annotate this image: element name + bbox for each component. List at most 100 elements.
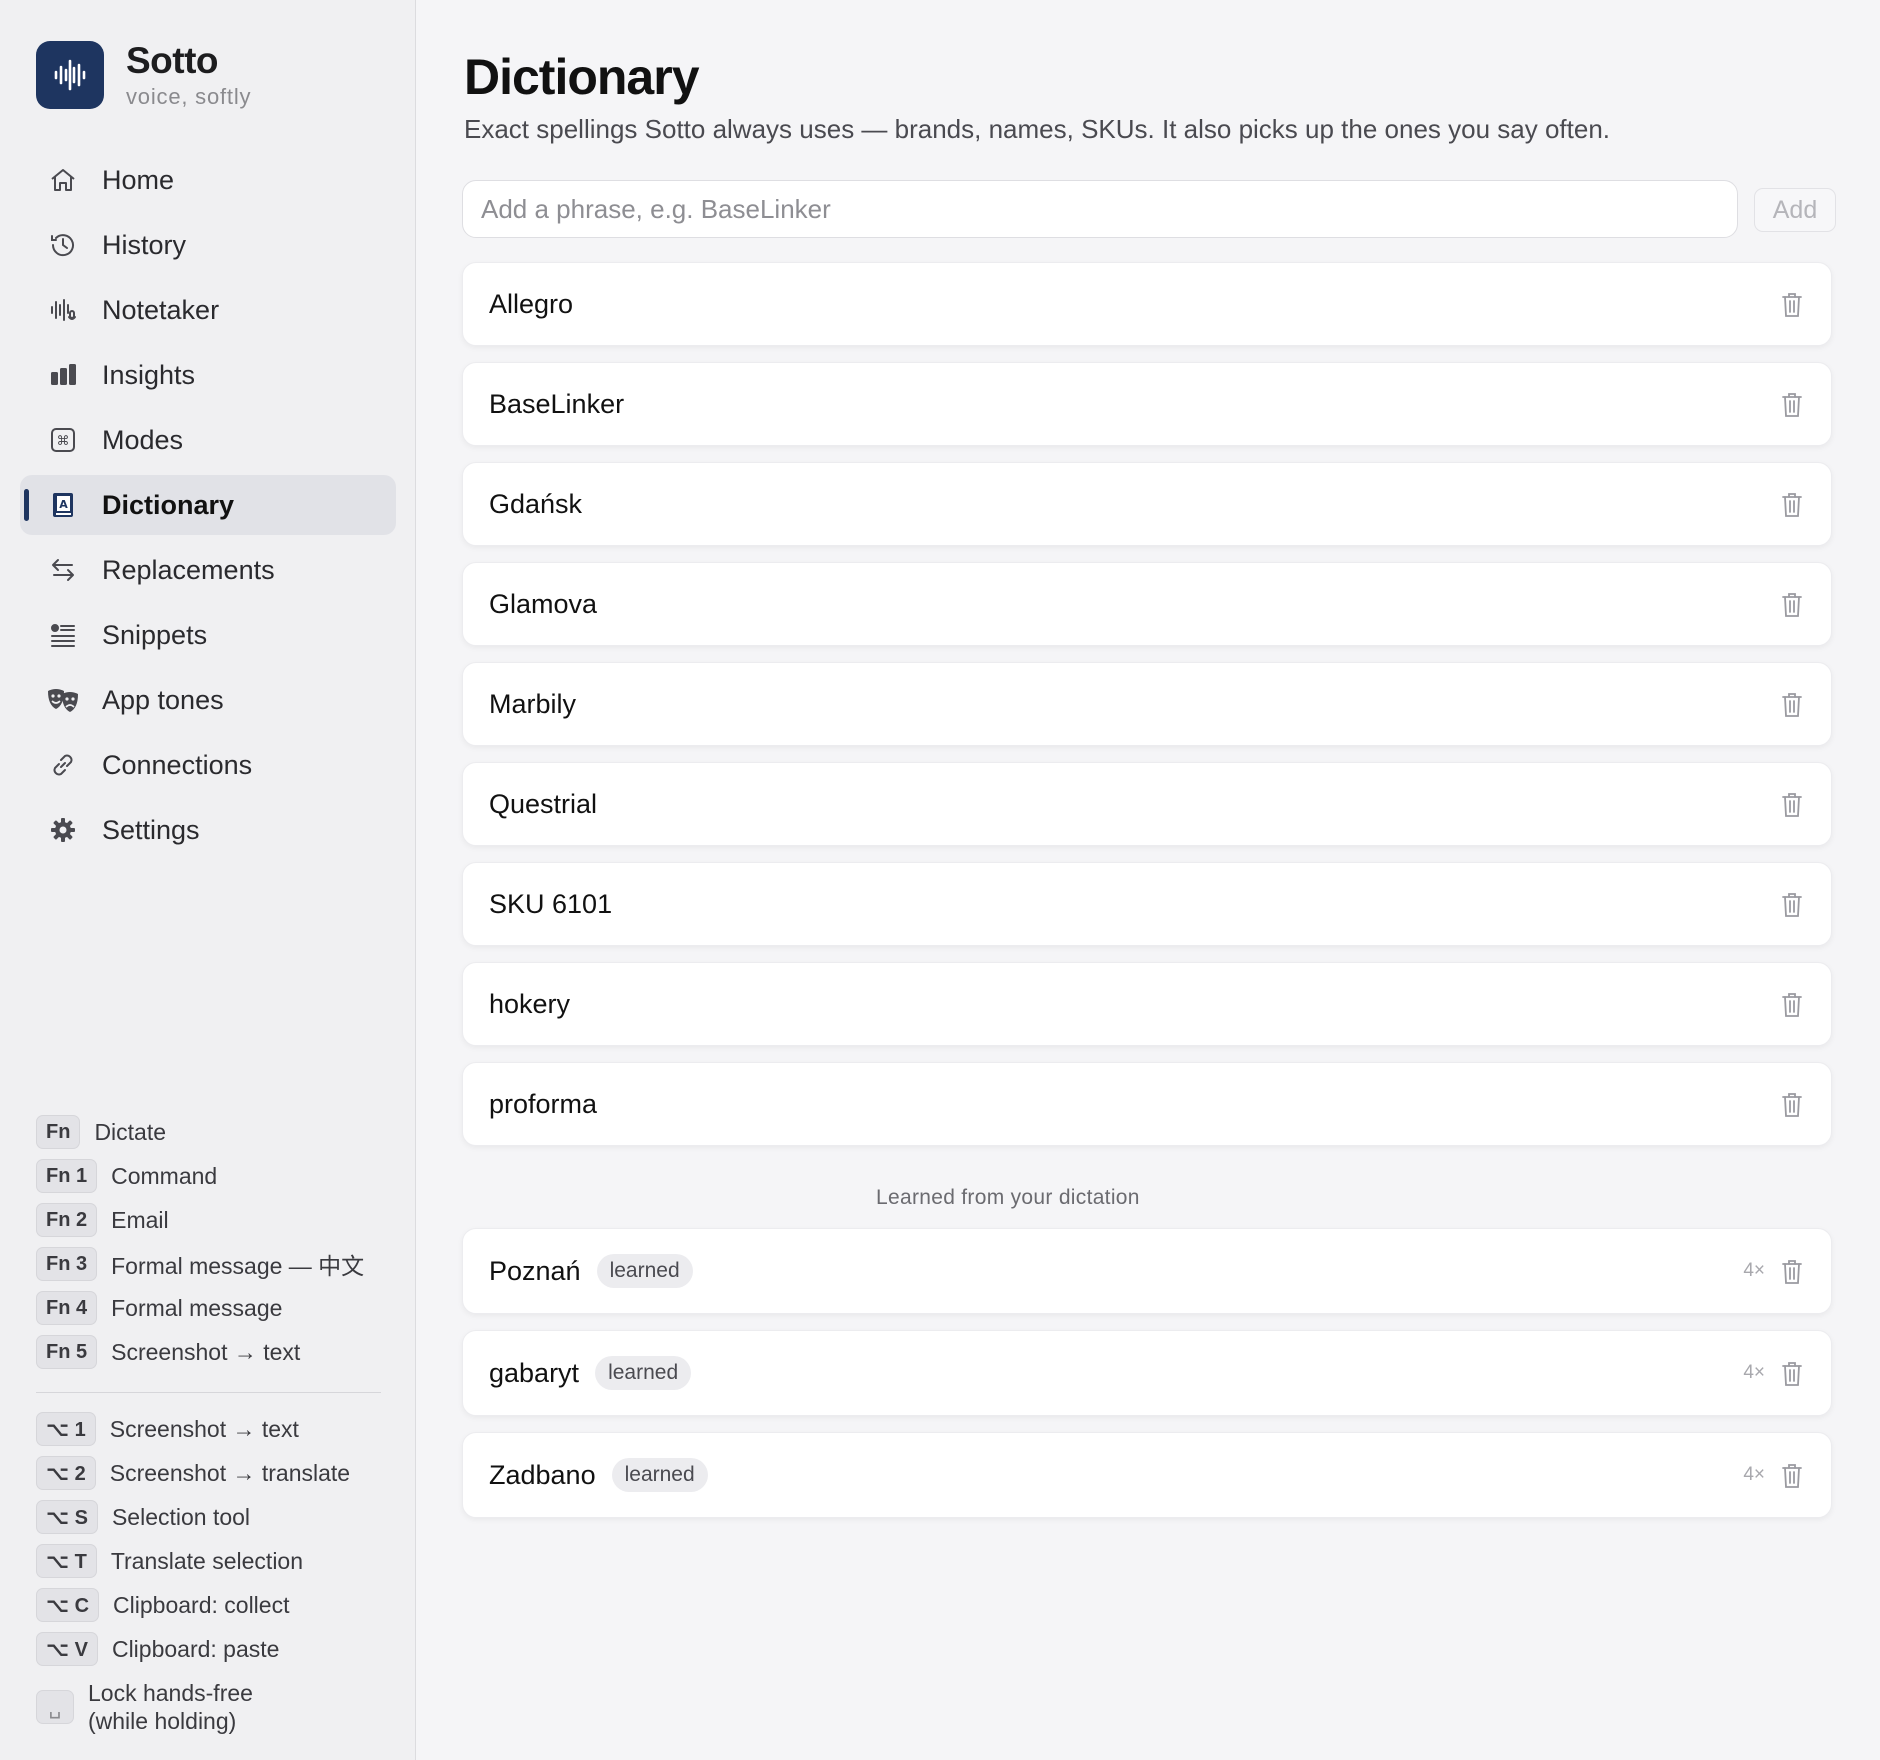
sidebar-item-label: Replacements bbox=[102, 554, 275, 585]
shortcut-label: Email bbox=[111, 1206, 169, 1233]
dictionary-entry: proforma bbox=[462, 1062, 1832, 1146]
shortcut-row: Fn 2 Email bbox=[36, 1198, 381, 1242]
snippet-list-icon bbox=[46, 618, 80, 652]
trash-icon[interactable] bbox=[1779, 591, 1805, 619]
shortcut-key: Fn 3 bbox=[36, 1247, 98, 1281]
shortcut-key: ⌥ 1 bbox=[36, 1412, 96, 1446]
shortcut-key: ⌥ T bbox=[36, 1544, 97, 1578]
page-title: Dictionary bbox=[464, 49, 700, 105]
sidebar-item-settings[interactable]: Settings bbox=[20, 800, 396, 860]
dictionary-entry: Glamova bbox=[462, 562, 1832, 646]
shortcut-row: ⌥ S Selection tool bbox=[36, 1495, 381, 1539]
sidebar-item-replacements[interactable]: Replacements bbox=[20, 540, 396, 600]
sidebar-item-connections[interactable]: Connections bbox=[20, 735, 396, 795]
svg-text:A: A bbox=[59, 498, 68, 511]
sidebar-item-label: History bbox=[102, 229, 187, 260]
shortcut-label: Dictate bbox=[94, 1118, 167, 1145]
app-window: Sotto voice, softly Home History Notetak… bbox=[0, 0, 1880, 1760]
dictionary-entry: Questrial bbox=[462, 762, 1832, 846]
entry-term: Gdańsk bbox=[489, 488, 583, 519]
shortcut-row: ⌥ T Translate selection bbox=[36, 1539, 381, 1583]
entry-term: proforma bbox=[489, 1088, 598, 1119]
shortcut-key: Fn bbox=[36, 1115, 81, 1149]
trash-icon[interactable] bbox=[1779, 791, 1805, 819]
sidebar-item-modes[interactable]: ⌘ Modes bbox=[20, 410, 396, 470]
shortcut-label: Selection tool bbox=[111, 1503, 251, 1530]
trash-icon[interactable] bbox=[1779, 691, 1805, 719]
sidebar-item-insights[interactable]: Insights bbox=[20, 345, 396, 405]
shortcut-label: Screenshot → translate bbox=[109, 1459, 351, 1486]
shortcut-divider bbox=[36, 1392, 381, 1393]
shortcut-label: Clipboard: collect bbox=[113, 1591, 290, 1618]
entry-term: Glamova bbox=[489, 588, 598, 619]
brand: Sotto voice, softly bbox=[36, 40, 251, 110]
shortcut-key: Fn 5 bbox=[36, 1335, 98, 1369]
bar-chart-icon bbox=[46, 358, 80, 392]
page-subtitle: Exact spellings Sotto always uses — bran… bbox=[464, 114, 1611, 144]
sidebar-item-app-tones[interactable]: App tones bbox=[20, 670, 396, 730]
dictionary-entry: Gdańsk bbox=[462, 462, 1832, 546]
usage-count: 4× bbox=[1743, 1362, 1765, 1383]
add-button[interactable]: Add bbox=[1754, 188, 1836, 232]
sidebar-item-label: Insights bbox=[102, 359, 196, 390]
entry-term: Allegro bbox=[489, 288, 574, 319]
sidebar-item-history[interactable]: History bbox=[20, 215, 396, 275]
sidebar-item-dictionary[interactable]: A Dictionary bbox=[20, 475, 396, 535]
theater-masks-icon bbox=[46, 683, 80, 717]
learned-section-label: Learned from your dictation bbox=[876, 1186, 1140, 1209]
trash-icon[interactable] bbox=[1779, 891, 1805, 919]
dictionary-book-icon: A bbox=[46, 488, 80, 522]
learned-badge: learned bbox=[595, 1356, 692, 1390]
trash-icon[interactable] bbox=[1779, 1462, 1805, 1490]
entry-term: Zadbano bbox=[489, 1459, 596, 1490]
dictionary-entry: BaseLinker bbox=[462, 362, 1832, 446]
home-icon bbox=[46, 163, 80, 197]
add-phrase-input[interactable] bbox=[462, 180, 1738, 238]
learned-entry: Zadbano learned 4× bbox=[462, 1432, 1832, 1518]
usage-count: 4× bbox=[1743, 1260, 1765, 1281]
dictionary-entry: Allegro bbox=[462, 262, 1832, 346]
trash-icon[interactable] bbox=[1779, 391, 1805, 419]
sidebar-item-snippets[interactable]: Snippets bbox=[20, 605, 396, 665]
sidebar-item-notetaker[interactable]: Notetaker bbox=[20, 280, 396, 340]
shortcut-row: Fn 5 Screenshot → text bbox=[36, 1330, 381, 1374]
shortcut-row: ⌥ V Clipboard: paste bbox=[36, 1627, 381, 1671]
sidebar-item-label: Home bbox=[102, 164, 175, 195]
sidebar-item-home[interactable]: Home bbox=[20, 150, 396, 210]
shortcut-row: ⌥ 2 Screenshot → translate bbox=[36, 1451, 381, 1495]
sidebar-item-label: Connections bbox=[102, 749, 253, 780]
learned-badge: learned bbox=[596, 1254, 693, 1288]
usage-count: 4× bbox=[1743, 1464, 1765, 1485]
entry-term: gabaryt bbox=[489, 1357, 580, 1388]
shortcut-key: Fn 1 bbox=[36, 1159, 98, 1193]
dictionary-entry: Marbily bbox=[462, 662, 1832, 746]
shortcut-row: Fn 3 Formal message — 中文 bbox=[36, 1242, 381, 1286]
shortcut-key: ⌥ 2 bbox=[36, 1456, 96, 1490]
dictionary-list: Allegro BaseLinker Gdańsk Glamova Marbil… bbox=[462, 262, 1832, 1162]
history-icon bbox=[46, 228, 80, 262]
link-icon bbox=[46, 748, 80, 782]
add-phrase-row: Add bbox=[462, 180, 1852, 240]
sidebar-item-label: Settings bbox=[102, 814, 200, 845]
trash-icon[interactable] bbox=[1779, 1360, 1805, 1388]
learned-entry: Poznań learned 4× bbox=[462, 1228, 1832, 1314]
trash-icon[interactable] bbox=[1779, 991, 1805, 1019]
shortcut-key: ⌥ C bbox=[36, 1588, 100, 1622]
sidebar: Sotto voice, softly Home History Notetak… bbox=[0, 0, 416, 1760]
sotto-logo-icon bbox=[36, 41, 104, 109]
shortcut-key: Fn 2 bbox=[36, 1203, 98, 1237]
trash-icon[interactable] bbox=[1779, 1091, 1805, 1119]
trash-icon[interactable] bbox=[1779, 291, 1805, 319]
learned-entry: gabaryt learned 4× bbox=[462, 1330, 1832, 1416]
dictionary-entry: SKU 6101 bbox=[462, 862, 1832, 946]
shortcut-key: Fn 4 bbox=[36, 1291, 98, 1325]
entry-term: SKU 6101 bbox=[489, 888, 613, 919]
sidebar-item-label: Notetaker bbox=[102, 294, 220, 325]
trash-icon[interactable] bbox=[1779, 1258, 1805, 1286]
sidebar-item-label: Modes bbox=[102, 424, 184, 455]
waveform-mic-icon bbox=[46, 293, 80, 327]
learned-list: Poznań learned 4× gabaryt learned 4× Zad… bbox=[462, 1228, 1832, 1534]
trash-icon[interactable] bbox=[1779, 491, 1805, 519]
brand-tagline: voice, softly bbox=[126, 84, 252, 109]
entry-term: Marbily bbox=[489, 688, 577, 719]
